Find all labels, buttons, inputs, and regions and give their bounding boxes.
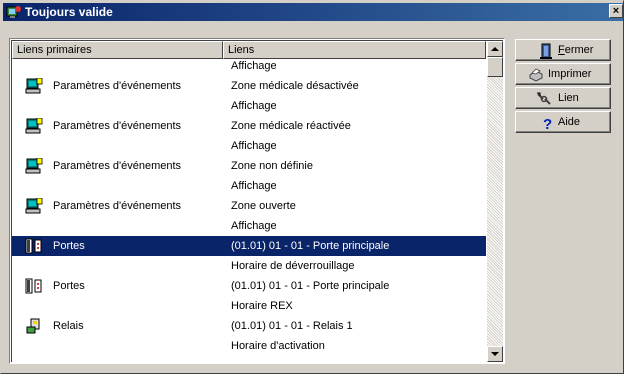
link-cell: (01.01) 01 - 01 - Porte principale: [231, 280, 390, 292]
relay-icon: [25, 318, 43, 334]
close-mnemonic: F: [558, 44, 565, 56]
scroll-down-button[interactable]: [487, 346, 503, 362]
computer-icon: [25, 77, 43, 94]
list-subitem[interactable]: Affichage: [12, 139, 486, 156]
list-item[interactable]: Paramètres d'événements Zone médicale dés…: [12, 76, 486, 96]
link-icon: [537, 92, 551, 105]
links-list: Liens primaires Liens Affichage Paramètre…: [9, 38, 505, 364]
link-cell: (01.01) 01 - 01 - Relais 1: [231, 320, 353, 332]
list-item[interactable]: Paramètres d'événements Zone ouverte: [12, 196, 486, 216]
link-cell: Affichage: [231, 140, 277, 152]
link-cell: Affichage: [231, 180, 277, 192]
list-subitem[interactable]: Affichage: [12, 179, 486, 196]
list-subitem[interactable]: Horaire d'activation: [12, 339, 486, 356]
list-item[interactable]: Paramètres d'événements Zone médicale réa…: [12, 116, 486, 136]
list-item[interactable]: Relais (01.01) 01 - 01 - Relais 1: [12, 316, 486, 336]
link-cell: Affichage: [231, 100, 277, 112]
close-button[interactable]: ×: [609, 4, 623, 18]
close-button-label: Fermer: [558, 44, 593, 56]
list-item[interactable]: Portes (01.01) 01 - 01 - Porte principale: [12, 276, 486, 296]
link-cell: Zone médicale réactivée: [231, 120, 351, 132]
list-subitem[interactable]: Affichage: [12, 59, 486, 76]
link-button[interactable]: Lien: [515, 87, 611, 109]
link-cell: Affichage: [231, 220, 277, 232]
print-button-label: Imprimer: [548, 68, 592, 80]
scroll-up-button[interactable]: [487, 41, 503, 57]
column-header-links[interactable]: Liens: [223, 41, 486, 59]
title-bar[interactable]: Toujours valide ×: [3, 3, 623, 21]
scroll-thumb[interactable]: [487, 57, 503, 77]
link-cell: Zone ouverte: [231, 200, 296, 212]
primary-link-cell: Paramètres d'événements: [53, 200, 182, 212]
computer-icon: [25, 157, 43, 174]
main-window: Toujours valide × Liens primaires Liens …: [0, 0, 624, 374]
print-button[interactable]: Imprimer: [515, 63, 611, 85]
help-button[interactable]: ? Aide: [515, 111, 611, 133]
door-close-icon: [540, 43, 552, 59]
window-title: Toujours valide: [25, 5, 113, 19]
arrow-up-icon: [491, 47, 499, 51]
printer-icon: [529, 68, 543, 82]
link-cell: Horaire d'activation: [231, 340, 325, 352]
list-item[interactable]: Portes (01.01) 01 - 01 - Porte principale: [12, 236, 486, 256]
link-button-label: Lien: [558, 92, 579, 104]
list-item[interactable]: Paramètres d'événements Zone non définie: [12, 156, 486, 176]
svg-text:?: ?: [543, 116, 552, 131]
list-subitem[interactable]: Horaire de déverrouillage: [12, 259, 486, 276]
list-subitem[interactable]: Affichage: [12, 219, 486, 236]
list-header: Liens primaires Liens: [12, 41, 486, 59]
primary-link-cell: Portes: [53, 240, 85, 252]
vertical-scrollbar[interactable]: [487, 41, 503, 362]
primary-link-cell: Relais: [53, 320, 84, 332]
help-icon: ?: [543, 116, 552, 131]
help-button-label: Aide: [558, 116, 581, 128]
link-cell: Horaire REX: [231, 300, 293, 312]
close-dialog-button[interactable]: Fermer: [515, 39, 611, 61]
computer-icon: [25, 197, 43, 214]
primary-link-cell: Paramètres d'événements: [53, 120, 182, 132]
link-cell: Affichage: [231, 60, 277, 72]
link-cell: Zone médicale désactivée: [231, 80, 359, 92]
door-icon: [25, 238, 43, 254]
link-cell: (01.01) 01 - 01 - Porte principale: [231, 240, 390, 252]
computer-icon: [25, 117, 43, 134]
link-cell: Horaire de déverrouillage: [231, 260, 355, 272]
link-cell: Zone non définie: [231, 160, 313, 172]
column-header-primary-links[interactable]: Liens primaires: [12, 41, 223, 59]
primary-link-cell: Paramètres d'événements: [53, 160, 182, 172]
app-icon: [6, 6, 21, 18]
list-subitem[interactable]: Horaire REX: [12, 299, 486, 316]
close-label-rest: ermer: [564, 44, 594, 56]
primary-link-cell: Paramètres d'événements: [53, 80, 182, 92]
primary-link-cell: Portes: [53, 280, 85, 292]
door-icon: [25, 278, 43, 294]
arrow-down-icon: [491, 352, 499, 356]
list-subitem[interactable]: Affichage: [12, 99, 486, 116]
